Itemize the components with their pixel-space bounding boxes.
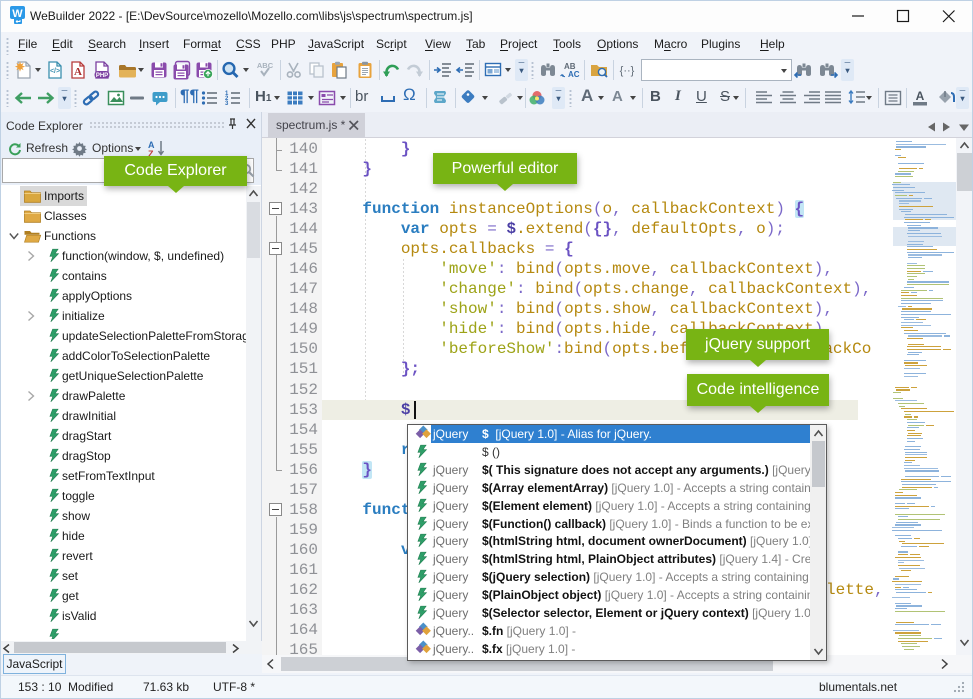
svg-text:W: W xyxy=(12,8,23,20)
svg-text:AC: AC xyxy=(568,70,580,79)
svg-text:</>: </> xyxy=(50,68,60,75)
svg-text:3: 3 xyxy=(225,101,229,107)
svg-text:A: A xyxy=(916,89,925,103)
svg-text:{··}: {··} xyxy=(620,65,635,77)
svg-text:A: A xyxy=(74,66,82,78)
svg-text:ABC: ABC xyxy=(257,61,274,70)
svg-text:PHP: PHP xyxy=(96,73,108,79)
